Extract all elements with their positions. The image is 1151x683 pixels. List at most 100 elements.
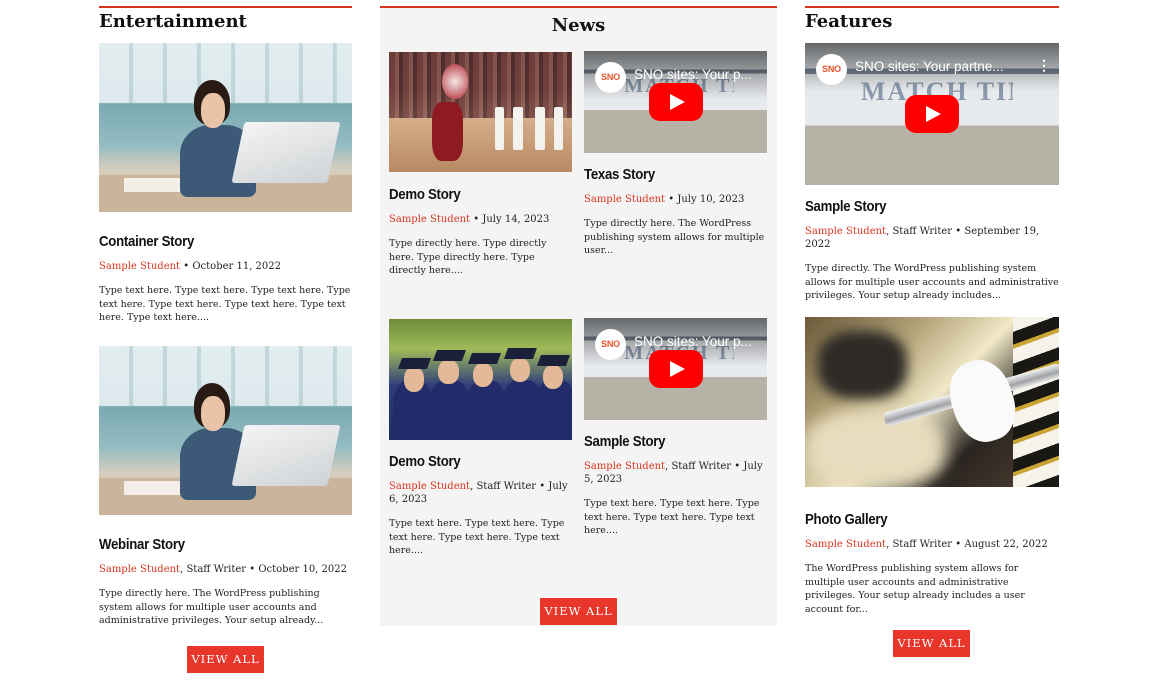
- video-player[interactable]: MATCH TIMES SNO SNO sites: Your p...: [584, 51, 767, 153]
- play-icon[interactable]: [905, 95, 959, 133]
- image-detail: [542, 364, 563, 390]
- story-byline: Sample Student, Staff Writer • September…: [805, 225, 1059, 251]
- story-card: MATCH TIMES SNO SNO sites: Your p... Sam…: [584, 318, 767, 538]
- image-detail: [442, 64, 469, 99]
- channel-logo[interactable]: SNO: [816, 54, 847, 85]
- image-detail: [389, 118, 572, 172]
- author-link[interactable]: Sample Student: [389, 214, 470, 225]
- more-options-icon[interactable]: ⋮: [1037, 59, 1051, 73]
- story-card: MATCH TIMES SNO SNO sites: Your partne..…: [805, 43, 1059, 303]
- story-headline[interactable]: Texas Story: [584, 166, 745, 183]
- story-excerpt: Type text here. Type text here. Type tex…: [389, 518, 565, 556]
- author-link[interactable]: Sample Student: [99, 261, 180, 272]
- image-detail: [941, 352, 1025, 449]
- story-card: Demo Story Sample Student • July 14, 202…: [389, 52, 572, 278]
- image-detail: [817, 330, 907, 399]
- image-detail: [438, 360, 459, 385]
- video-player[interactable]: MATCH TIMES SNO SNO sites: Your p...: [584, 318, 767, 420]
- video-title[interactable]: SNO sites: Your p...: [634, 334, 756, 349]
- image-detail: [231, 425, 341, 487]
- story-headline[interactable]: Container Story: [99, 233, 322, 250]
- story-excerpt: Type directly here. The WordPress publis…: [99, 588, 324, 626]
- story-headline[interactable]: Photo Gallery: [805, 511, 1029, 528]
- image-detail: [432, 350, 466, 362]
- author-link[interactable]: Sample Student: [584, 461, 665, 472]
- story-meta: • July 10, 2023: [665, 194, 745, 205]
- video-title[interactable]: SNO sites: Your partne...: [855, 59, 1035, 74]
- author-link[interactable]: Sample Student: [805, 226, 886, 237]
- image-detail: [465, 379, 507, 440]
- view-all-button[interactable]: VIEW ALL: [187, 646, 264, 673]
- story-card: Container Story Sample Student • October…: [99, 43, 352, 325]
- author-link[interactable]: Sample Student: [584, 194, 665, 205]
- author-link[interactable]: Sample Student: [805, 539, 886, 550]
- story-image[interactable]: [99, 346, 352, 515]
- story-headline[interactable]: Webinar Story: [99, 536, 322, 553]
- story-byline: Sample Student, Staff Writer • August 22…: [805, 538, 1059, 551]
- image-detail: [1013, 317, 1059, 487]
- story-meta: • October 11, 2022: [180, 261, 281, 272]
- image-detail: [509, 357, 530, 382]
- author-link[interactable]: Sample Student: [389, 481, 470, 492]
- story-byline: Sample Student, Staff Writer • July 5, 2…: [584, 460, 767, 486]
- image-detail: [397, 357, 432, 369]
- view-all-button[interactable]: VIEW ALL: [540, 598, 617, 625]
- image-detail: [429, 379, 470, 440]
- story-card: Webinar Story Sample Student, Staff Writ…: [99, 346, 352, 628]
- image-detail: [553, 107, 563, 151]
- video-title[interactable]: SNO sites: Your p...: [634, 67, 756, 82]
- story-image[interactable]: [99, 43, 352, 212]
- story-meta: , Staff Writer • October 10, 2022: [180, 564, 347, 575]
- play-icon[interactable]: [648, 83, 703, 121]
- story-headline[interactable]: Sample Story: [584, 433, 745, 450]
- story-byline: Sample Student • October 11, 2022: [99, 260, 352, 273]
- image-detail: [537, 355, 571, 367]
- story-excerpt: Type directly here. Type directly here. …: [389, 238, 547, 276]
- story-excerpt: Type directly. The WordPress publishing …: [805, 263, 1059, 301]
- story-headline[interactable]: Demo Story: [389, 186, 550, 203]
- image-detail: [201, 93, 226, 128]
- story-meta: , Staff Writer • August 22, 2022: [886, 539, 1048, 550]
- channel-logo[interactable]: SNO: [595, 62, 626, 93]
- story-byline: Sample Student, Staff Writer • July 6, 2…: [389, 480, 572, 506]
- author-link[interactable]: Sample Student: [99, 564, 180, 575]
- story-headline[interactable]: Demo Story: [389, 453, 550, 470]
- features-column: Features MATCH TIMES SNO SNO sites: Your…: [805, 6, 1059, 657]
- story-excerpt: The WordPress publishing system allows f…: [805, 563, 1025, 615]
- story-image[interactable]: [805, 317, 1059, 487]
- story-excerpt: Type text here. Type text here. Type tex…: [99, 285, 351, 323]
- news-column: News Demo Story Sample Student • July 14…: [380, 6, 777, 626]
- image-detail: [473, 362, 494, 387]
- story-byline: Sample Student, Staff Writer • October 1…: [99, 563, 352, 576]
- news-heading[interactable]: News: [380, 6, 777, 38]
- image-detail: [805, 410, 945, 487]
- story-byline: Sample Student • July 10, 2023: [584, 193, 767, 206]
- view-all-button[interactable]: VIEW ALL: [893, 630, 970, 657]
- story-card: MATCH TIMES SNO SNO sites: Your p... Tex…: [584, 51, 767, 258]
- image-detail: [504, 348, 538, 359]
- entertainment-column: Entertainment Container Story Sample Stu…: [99, 6, 352, 673]
- story-meta: • July 14, 2023: [470, 214, 550, 225]
- story-card: Demo Story Sample Student, Staff Writer …: [389, 319, 572, 558]
- video-player[interactable]: MATCH TIMES SNO SNO sites: Your partne..…: [805, 43, 1059, 185]
- image-detail: [231, 122, 341, 184]
- story-image[interactable]: [389, 319, 572, 440]
- image-detail: [535, 107, 545, 151]
- story-byline: Sample Student • July 14, 2023: [389, 213, 572, 226]
- image-detail: [403, 367, 424, 392]
- story-headline[interactable]: Sample Story: [805, 198, 1029, 215]
- play-icon[interactable]: [648, 350, 703, 388]
- image-detail: [432, 101, 463, 162]
- story-card: Photo Gallery Sample Student, Staff Writ…: [805, 317, 1059, 616]
- story-image[interactable]: [389, 52, 572, 172]
- channel-logo[interactable]: SNO: [595, 329, 626, 360]
- image-detail: [389, 52, 572, 118]
- image-detail: [201, 396, 226, 431]
- story-excerpt: Type directly here. The WordPress publis…: [584, 218, 765, 256]
- image-detail: [513, 107, 523, 151]
- story-excerpt: Type text here. Type text here. Type tex…: [584, 498, 760, 536]
- features-heading[interactable]: Features: [805, 6, 1059, 34]
- image-detail: [467, 352, 501, 364]
- entertainment-heading[interactable]: Entertainment: [99, 6, 352, 34]
- image-detail: [422, 64, 473, 172]
